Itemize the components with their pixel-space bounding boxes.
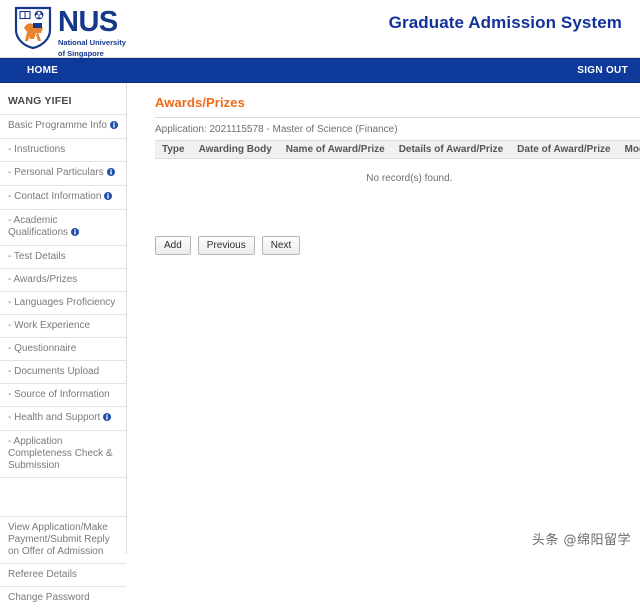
sidebar-item-view-application-make-payment-submit-rep[interactable]: View Application/Make Payment/Submit Rep… bbox=[0, 516, 126, 563]
table-header-details-of-award-prize: Details of Award/Prize bbox=[391, 140, 511, 159]
sidebar-bottom-list: View Application/Make Payment/Submit Rep… bbox=[0, 516, 126, 609]
info-icon[interactable] bbox=[106, 168, 115, 180]
sidebar-item-source-of-information[interactable]: - Source of Information bbox=[0, 383, 126, 406]
sidebar-nav-list: Basic Programme Info - Instructions - Pers… bbox=[0, 114, 126, 477]
sidebar-item-questionnaire[interactable]: - Questionnaire bbox=[0, 337, 126, 360]
navbar: HOME SIGN OUT bbox=[0, 58, 640, 83]
nus-logo[interactable]: NUS National University of Singapore bbox=[14, 6, 126, 58]
previous-button[interactable]: Previous bbox=[197, 236, 255, 255]
add-button[interactable]: Add bbox=[155, 236, 191, 255]
sidebar-item-referee-details[interactable]: Referee Details bbox=[0, 563, 126, 586]
sidebar-item-label: - Instructions bbox=[8, 144, 66, 155]
sidebar-item-label: Change Password bbox=[8, 592, 90, 603]
table-header-modify: Modify bbox=[617, 140, 640, 159]
app-title: Graduate Admission System bbox=[388, 13, 622, 32]
sidebar-item-academic-qualifications[interactable]: - Academic Qualifications bbox=[0, 209, 126, 245]
info-icon[interactable] bbox=[103, 413, 112, 425]
watermark: 头条 @绵阳留学 bbox=[531, 533, 631, 548]
sidebar-item-label: - Contact Information bbox=[8, 191, 102, 202]
sidebar-item-personal-particulars[interactable]: - Personal Particulars bbox=[0, 161, 126, 185]
main-content: Awards/Prizes Application: 2021115578 - … bbox=[127, 83, 640, 255]
masthead: NUS National University of Singapore Gra… bbox=[0, 0, 640, 58]
empty-message: No record(s) found. bbox=[366, 173, 453, 184]
application-info: Application: 2021115578 - Master of Scie… bbox=[155, 124, 398, 135]
sidebar-item-label: - Health and Support bbox=[8, 412, 101, 423]
sidebar-item-work-experience[interactable]: - Work Experience bbox=[0, 314, 126, 337]
sidebar-item-label: Basic Programme Info bbox=[8, 120, 107, 131]
body-wrapper: WANG YIFEI Basic Programme Info - Instruc… bbox=[0, 83, 640, 603]
sidebar-item-label: - Test Details bbox=[8, 251, 66, 262]
sidebar-item-languages-proficiency[interactable]: - Languages Proficiency bbox=[0, 291, 126, 314]
nus-name: NUS bbox=[58, 6, 118, 38]
sidebar-item-label: - Questionnaire bbox=[8, 343, 77, 354]
sidebar-item-label: - Work Experience bbox=[8, 320, 91, 331]
info-icon[interactable] bbox=[104, 192, 113, 204]
awards-table: Type Awarding Body Name of Award/Prize Deta… bbox=[155, 140, 640, 198]
sidebar-item-documents-upload[interactable]: - Documents Upload bbox=[0, 360, 126, 383]
sidebar-user-name: WANG YIFEI bbox=[8, 95, 72, 107]
sidebar-item-label: - Source of Information bbox=[8, 389, 110, 400]
nav-home-link[interactable]: HOME bbox=[27, 65, 58, 76]
sidebar-item-label: Referee Details bbox=[8, 569, 77, 580]
info-icon[interactable] bbox=[109, 121, 118, 133]
sidebar-item-label: - Awards/Prizes bbox=[8, 274, 78, 285]
sidebar-item-label: - Application Completeness Check & Submi… bbox=[8, 436, 113, 471]
sidebar-spacer bbox=[0, 477, 126, 516]
page-title: Awards/Prizes bbox=[155, 95, 245, 110]
sidebar-item-label: - Personal Particulars bbox=[8, 167, 104, 178]
sidebar-item-contact-information[interactable]: - Contact Information bbox=[0, 185, 126, 209]
table-header-awarding-body: Awarding Body bbox=[191, 140, 279, 159]
table-header-date-of-award-prize: Date of Award/Prize bbox=[510, 140, 618, 159]
nus-subtitle-line1: National University bbox=[58, 38, 126, 47]
table-header-type: Type bbox=[155, 140, 192, 159]
sidebar-item-instructions[interactable]: - Instructions bbox=[0, 138, 126, 161]
sidebar-item-application-completeness-check-submissio[interactable]: - Application Completeness Check & Submi… bbox=[0, 430, 126, 477]
sidebar-item-change-password[interactable]: Change Password bbox=[0, 586, 126, 609]
sidebar-item-label: - Academic Qualifications bbox=[8, 215, 69, 238]
sidebar-item-test-details[interactable]: - Test Details bbox=[0, 245, 126, 268]
sidebar-item-awards-prizes[interactable]: - Awards/Prizes bbox=[0, 268, 126, 291]
table-header: Type Awarding Body Name of Award/Prize Deta… bbox=[155, 140, 640, 159]
table-body: No record(s) found. bbox=[155, 159, 640, 199]
page-root: NUS National University of Singapore Gra… bbox=[0, 0, 640, 603]
title-divider bbox=[155, 117, 640, 118]
nus-subtitle-line2: of Singapore bbox=[58, 49, 104, 58]
nav-signout-link[interactable]: SIGN OUT bbox=[577, 65, 628, 76]
sidebar-item-label: - Languages Proficiency bbox=[8, 297, 116, 308]
info-icon[interactable] bbox=[71, 228, 80, 240]
sidebar-item-label: View Application/Make Payment/Submit Rep… bbox=[8, 522, 110, 557]
sidebar: WANG YIFEI Basic Programme Info - Instruc… bbox=[0, 83, 127, 603]
next-button[interactable]: Next bbox=[261, 236, 301, 255]
table-header-row: Type Awarding Body Name of Award/Prize Deta… bbox=[155, 140, 640, 159]
sidebar-item-label: - Documents Upload bbox=[8, 366, 100, 377]
sidebar-item-basic-programme-info[interactable]: Basic Programme Info bbox=[0, 114, 126, 138]
nus-crest-icon bbox=[14, 6, 52, 50]
action-button-row: Add Previous Next bbox=[155, 236, 640, 255]
sidebar-item-health-and-support[interactable]: - Health and Support bbox=[0, 406, 126, 430]
table-empty-row: No record(s) found. bbox=[155, 159, 640, 199]
table-header-name-of-award-prize: Name of Award/Prize bbox=[278, 140, 392, 159]
nus-wordmark: NUS National University of Singapore bbox=[58, 6, 126, 59]
